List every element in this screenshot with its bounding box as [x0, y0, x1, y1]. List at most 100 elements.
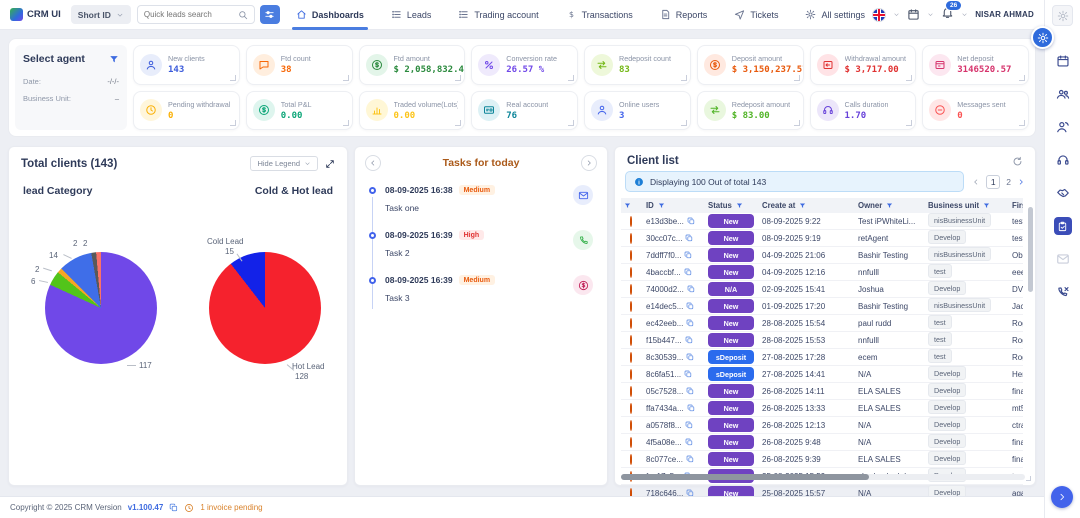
filter-funnel-icon[interactable]	[799, 202, 806, 209]
lead-category-pie-chart[interactable]	[45, 252, 157, 364]
table-row[interactable]: e14dec5...New01-09-2025 17:20Bashir Test…	[621, 298, 1023, 315]
kpi-card-calls-duration[interactable]: Calls duration1.70	[810, 91, 917, 131]
table-row[interactable]: ffa7434a...New26-08-2025 13:33ELA SALESD…	[621, 400, 1023, 417]
kpi-card-traded-volume-lots[interactable]: Traded volume(Lots)0.00	[359, 91, 466, 131]
copy-icon[interactable]	[169, 503, 178, 512]
task-action-button[interactable]	[573, 230, 593, 250]
rail-item-clipboard[interactable]	[1054, 217, 1072, 235]
table-row[interactable]: e13d3be...New08-09-2025 9:22Test iPWhite…	[621, 213, 1023, 230]
table-row[interactable]: 718c646...New25-08-2025 15:57N/ADevelopa…	[621, 485, 1023, 496]
nav-tab-tickets[interactable]: Tickets	[734, 0, 778, 30]
table-row[interactable]: a0578f8...New26-08-2025 12:13N/ADevelopc…	[621, 417, 1023, 434]
copy-icon[interactable]	[685, 421, 693, 429]
table-row[interactable]: 8c077ce...New26-08-2025 9:39ELA SALESDev…	[621, 451, 1023, 468]
nav-tab-leads[interactable]: Leads	[391, 0, 432, 30]
task-item[interactable]: 08-09-2025 16:38MediumTask one	[369, 185, 595, 213]
expand-icon[interactable]	[325, 159, 335, 169]
nav-tab-all-settings[interactable]: All settings	[805, 0, 865, 30]
kpi-card-redeposit-count[interactable]: Redeposit count83	[584, 45, 691, 85]
kpi-card-total-p-l[interactable]: Total P&L0.00	[246, 91, 353, 131]
rail-item-users[interactable]	[1054, 85, 1072, 103]
rail-item-mail[interactable]	[1054, 250, 1072, 268]
user-menu[interactable]: NISAR AHMAD	[975, 10, 1034, 19]
table-row[interactable]: 8c6fa51...sDeposit27-08-2025 14:41N/ADev…	[621, 366, 1023, 383]
expand-rail-fab[interactable]	[1051, 486, 1073, 508]
copy-icon[interactable]	[684, 370, 692, 378]
task-action-button[interactable]	[573, 275, 593, 295]
horizontal-scrollbar[interactable]	[621, 474, 1025, 480]
table-row[interactable]: 4baccbf...New04-09-2025 12:16nnfullltest…	[621, 264, 1023, 281]
table-row[interactable]: 05c7528...New26-08-2025 14:11ELA SALESDe…	[621, 383, 1023, 400]
business-unit-filter[interactable]: Business Unit: –	[23, 94, 119, 103]
copy-icon[interactable]	[686, 455, 694, 463]
copy-icon[interactable]	[686, 319, 694, 327]
copy-icon[interactable]	[685, 438, 693, 446]
task-action-button[interactable]	[573, 185, 593, 205]
advanced-filter-button[interactable]	[260, 5, 280, 24]
page-next-icon[interactable]	[1017, 178, 1025, 186]
column-header-first-name[interactable]: First name	[1009, 198, 1023, 213]
copy-icon[interactable]	[686, 302, 694, 310]
kpi-card-withdrawal-amount[interactable]: Withdrawal amount$ 3,717.00	[810, 45, 917, 85]
copy-icon[interactable]	[686, 489, 694, 496]
copy-icon[interactable]	[685, 336, 693, 344]
calendar-icon[interactable]	[907, 8, 920, 21]
table-row[interactable]: f15b447...New28-08-2025 15:53nnfullltest…	[621, 332, 1023, 349]
filter-funnel-icon[interactable]	[658, 202, 665, 209]
page-prev-icon[interactable]	[972, 178, 980, 186]
rail-item-user-phone[interactable]	[1054, 118, 1072, 136]
tasks-next-button[interactable]	[581, 155, 597, 171]
kpi-card-ftd-amount[interactable]: Ftd amount$ 2,058,832.41	[359, 45, 466, 85]
copy-icon[interactable]	[686, 353, 694, 361]
copy-icon[interactable]	[684, 251, 692, 259]
rail-item-phone-x[interactable]	[1054, 283, 1072, 301]
task-item[interactable]: 08-09-2025 16:39HighTask 2	[369, 230, 595, 258]
vertical-scrollbar[interactable]	[1028, 207, 1033, 447]
copy-icon[interactable]	[686, 387, 694, 395]
column-header-id[interactable]: ID	[643, 198, 705, 213]
app-logo[interactable]: CRM UI	[10, 8, 61, 21]
notifications-button[interactable]: 26	[941, 6, 954, 24]
rail-item-calendar[interactable]	[1054, 52, 1072, 70]
table-row[interactable]: 7ddff7f0...New04-09-2025 21:06Bashir Tes…	[621, 247, 1023, 264]
column-header-business-unit[interactable]: Business unit	[925, 198, 1009, 213]
nav-tab-reports[interactable]: Reports	[660, 0, 708, 30]
kpi-card-redeposit-amount[interactable]: Redeposit amount$ 83.00	[697, 91, 804, 131]
filter-funnel-icon[interactable]	[886, 202, 893, 209]
hide-legend-select[interactable]: Hide Legend	[250, 156, 318, 171]
rail-gear-button[interactable]	[1052, 5, 1073, 26]
short-id-select[interactable]: Short ID	[71, 5, 131, 24]
kpi-card-online-users[interactable]: Online users3	[584, 91, 691, 131]
kpi-card-pending-withdrawal[interactable]: Pending withdrawal0	[133, 91, 240, 131]
copy-icon[interactable]	[687, 217, 695, 225]
nav-tab-transactions[interactable]: $Transactions	[566, 0, 633, 30]
filter-funnel-icon[interactable]	[983, 202, 990, 209]
date-filter[interactable]: Date: -/-/-	[23, 77, 119, 86]
column-header-status[interactable]: Status	[705, 198, 759, 213]
table-row[interactable]: 30cc07c...New08-09-2025 9:19retAgentDeve…	[621, 230, 1023, 247]
resize-corner[interactable]	[1026, 476, 1031, 481]
table-row[interactable]: 8c30539...sDeposit27-08-2025 17:28ecemte…	[621, 349, 1023, 366]
task-item[interactable]: 08-09-2025 16:39MediumTask 3	[369, 275, 595, 303]
tasks-prev-button[interactable]	[365, 155, 381, 171]
filter-funnel-icon[interactable]	[624, 202, 631, 209]
cold-hot-pie-chart[interactable]	[209, 252, 321, 364]
theme-settings-fab[interactable]	[1031, 26, 1054, 49]
rail-item-headset[interactable]	[1054, 151, 1072, 169]
rail-item-handshake[interactable]	[1054, 184, 1072, 202]
table-row[interactable]: 74000d2...N/A02-09-2025 15:41JoshuaDevel…	[621, 281, 1023, 298]
kpi-card-new-clients[interactable]: New clients143	[133, 45, 240, 85]
quick-leads-search[interactable]	[137, 5, 255, 24]
filter-funnel-icon[interactable]	[109, 54, 119, 64]
table-row[interactable]: ec42eeb...New28-08-2025 15:54paul ruddte…	[621, 315, 1023, 332]
kpi-card-net-deposit[interactable]: Net deposit3146520.57	[922, 45, 1029, 85]
page-number-2[interactable]: 2	[1006, 177, 1011, 187]
kpi-card-messages-sent[interactable]: Messages sent0	[922, 91, 1029, 131]
refresh-icon[interactable]	[1012, 156, 1023, 167]
kpi-card-ftd-count[interactable]: Ftd count38	[246, 45, 353, 85]
kpi-card-conversion-rate[interactable]: Conversion rate26.57 %	[471, 45, 578, 85]
copy-icon[interactable]	[684, 268, 692, 276]
language-flag-icon[interactable]	[872, 8, 886, 22]
column-header-create-at[interactable]: Create at	[759, 198, 855, 213]
nav-tab-dashboards[interactable]: Dashboards	[296, 0, 364, 30]
